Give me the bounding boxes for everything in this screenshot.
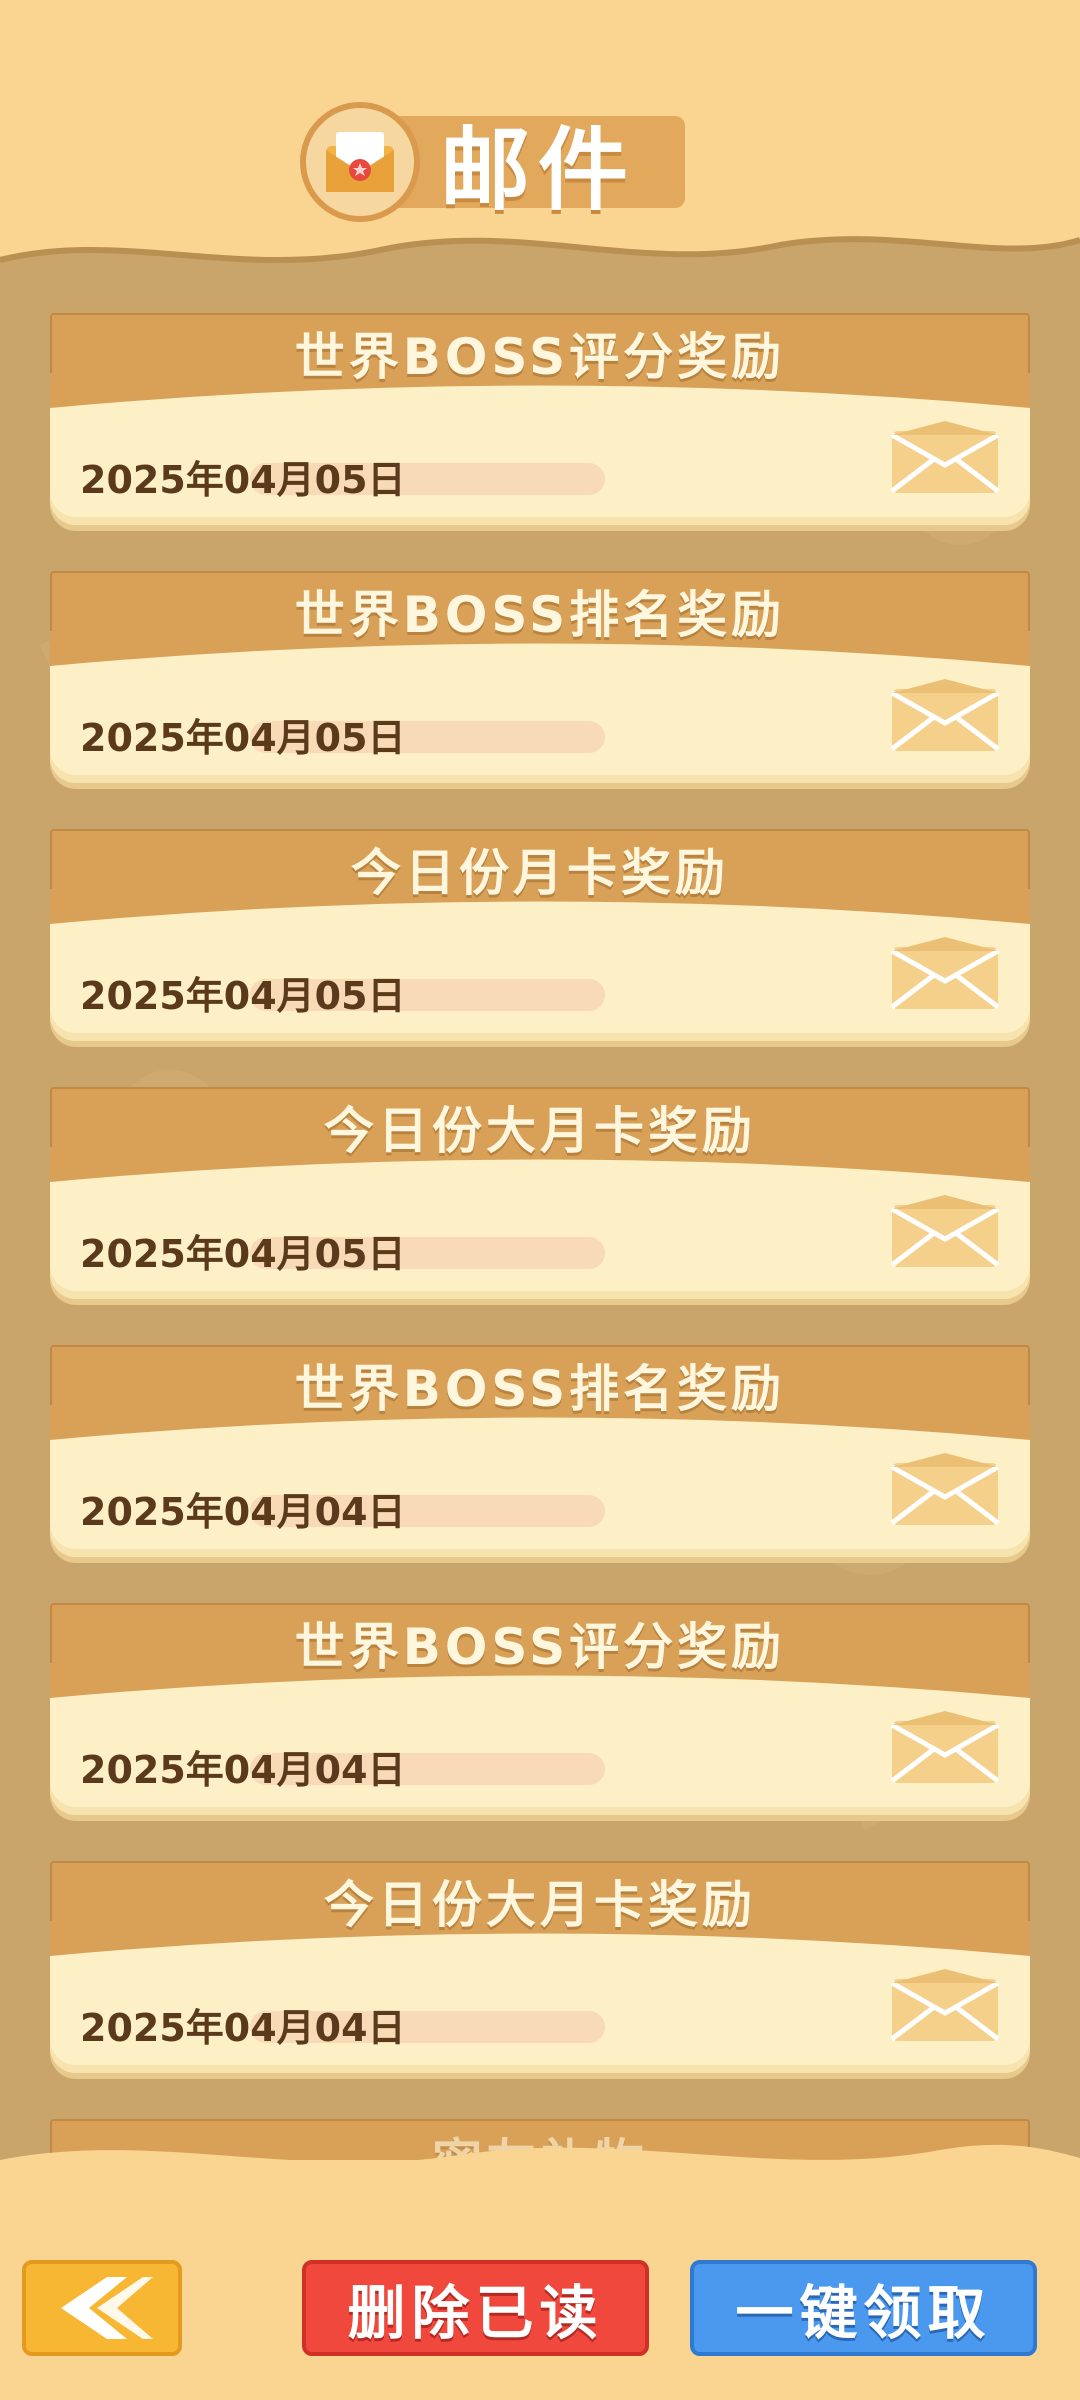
delete-read-button[interactable]: 删除已读	[302, 2260, 649, 2356]
mail-title: 世界BOSS排名奖励	[294, 1360, 786, 1418]
mail-item[interactable]: 世界BOSS排名奖励 2025年04月05日	[50, 571, 1030, 783]
mail-date: 2025年04月05日	[80, 716, 406, 760]
chevron-left-icon	[61, 2277, 153, 2339]
mail-title: 世界BOSS评分奖励	[294, 1618, 786, 1676]
mail-date: 2025年04月04日	[80, 2006, 406, 2050]
mail-item[interactable]: 今日份大月卡奖励 2025年04月05日	[50, 1087, 1030, 1299]
page-title-group: 邮件	[300, 102, 685, 223]
envelope-icon	[890, 1969, 1000, 2041]
footer-bar: 删除已读 一键领取	[0, 2144, 1080, 2400]
mail-title: 今日份大月卡奖励	[324, 1876, 756, 1934]
mail-item[interactable]: 今日份月卡奖励 2025年04月05日	[50, 829, 1030, 1041]
envelope-icon	[890, 1453, 1000, 1525]
envelope-icon	[890, 679, 1000, 751]
back-button[interactable]	[22, 2260, 182, 2356]
mail-date: 2025年04月04日	[80, 1748, 406, 1792]
envelope-icon	[890, 1195, 1000, 1267]
mail-item[interactable]: 世界BOSS排名奖励 2025年04月04日	[50, 1345, 1030, 1557]
mail-item[interactable]: 世界BOSS评分奖励 2025年04月05日	[50, 313, 1030, 525]
envelope-badge-icon	[300, 102, 420, 222]
envelope-icon	[890, 421, 1000, 493]
mail-title: 世界BOSS评分奖励	[294, 328, 786, 386]
claim-all-button[interactable]: 一键领取	[690, 2260, 1037, 2356]
envelope-icon	[890, 937, 1000, 1009]
footer-wave-decoration	[0, 2144, 1080, 2200]
page-title: 邮件	[440, 118, 636, 223]
mail-date: 2025年04月05日	[80, 458, 406, 502]
mail-date: 2025年04月05日	[80, 1232, 406, 1276]
mail-date: 2025年04月04日	[80, 1490, 406, 1534]
mail-item[interactable]: 今日份大月卡奖励 2025年04月04日	[50, 1861, 1030, 2073]
mail-date: 2025年04月05日	[80, 974, 406, 1018]
envelope-icon	[890, 1711, 1000, 1783]
mail-item[interactable]: 世界BOSS评分奖励 2025年04月04日	[50, 1603, 1030, 1815]
mail-title: 世界BOSS排名奖励	[294, 586, 786, 644]
mail-title: 今日份月卡奖励	[351, 844, 729, 902]
mail-list[interactable]: 世界BOSS评分奖励 2025年04月05日 世界BOSS排名奖励 2025年0…	[0, 265, 1080, 2180]
mail-title: 今日份大月卡奖励	[324, 1102, 756, 1160]
header: 邮件	[0, 0, 1080, 340]
